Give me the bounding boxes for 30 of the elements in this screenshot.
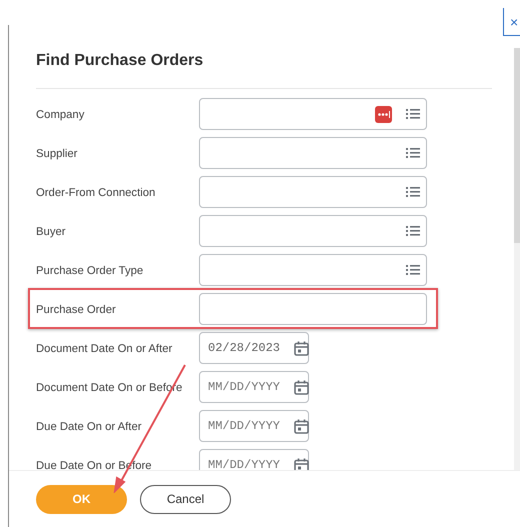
dialog-title: Find Purchase Orders bbox=[36, 51, 204, 71]
lookup-field[interactable] bbox=[199, 176, 427, 208]
list-icon bbox=[406, 108, 420, 120]
list-icon bbox=[406, 186, 420, 198]
date-field[interactable]: MM/DD/YYYY bbox=[199, 371, 309, 403]
field-label: Purchase Order bbox=[36, 304, 116, 316]
close-button[interactable]: × bbox=[503, 8, 520, 36]
date-field[interactable]: 02/28/2023 bbox=[199, 332, 309, 364]
date-field[interactable]: MM/DD/YYYY bbox=[199, 410, 309, 442]
lookup-field[interactable] bbox=[199, 98, 427, 130]
list-icon bbox=[406, 225, 420, 237]
field-label: Supplier bbox=[36, 148, 78, 160]
list-icon bbox=[406, 147, 420, 159]
field-label: Due Date On or After bbox=[36, 421, 142, 433]
field-label: Order-From Connection bbox=[36, 187, 156, 199]
cancel-button[interactable]: Cancel bbox=[140, 484, 231, 514]
calendar-icon bbox=[294, 340, 310, 356]
field-label: Purchase Order Type bbox=[36, 265, 144, 277]
date-field[interactable]: MM/DD/YYYY bbox=[199, 449, 309, 470]
lookup-field[interactable] bbox=[199, 215, 427, 247]
text-field[interactable] bbox=[199, 293, 427, 325]
lookup-field[interactable] bbox=[199, 254, 427, 286]
calendar-icon bbox=[294, 418, 310, 434]
calendar-icon bbox=[294, 458, 310, 470]
field-label: Company bbox=[36, 109, 84, 121]
field-label: Document Date On or After bbox=[36, 343, 172, 355]
calendar-icon bbox=[294, 380, 310, 394]
list-icon bbox=[406, 264, 420, 276]
lookup-field[interactable] bbox=[199, 137, 427, 169]
field-label: Buyer bbox=[36, 226, 66, 238]
